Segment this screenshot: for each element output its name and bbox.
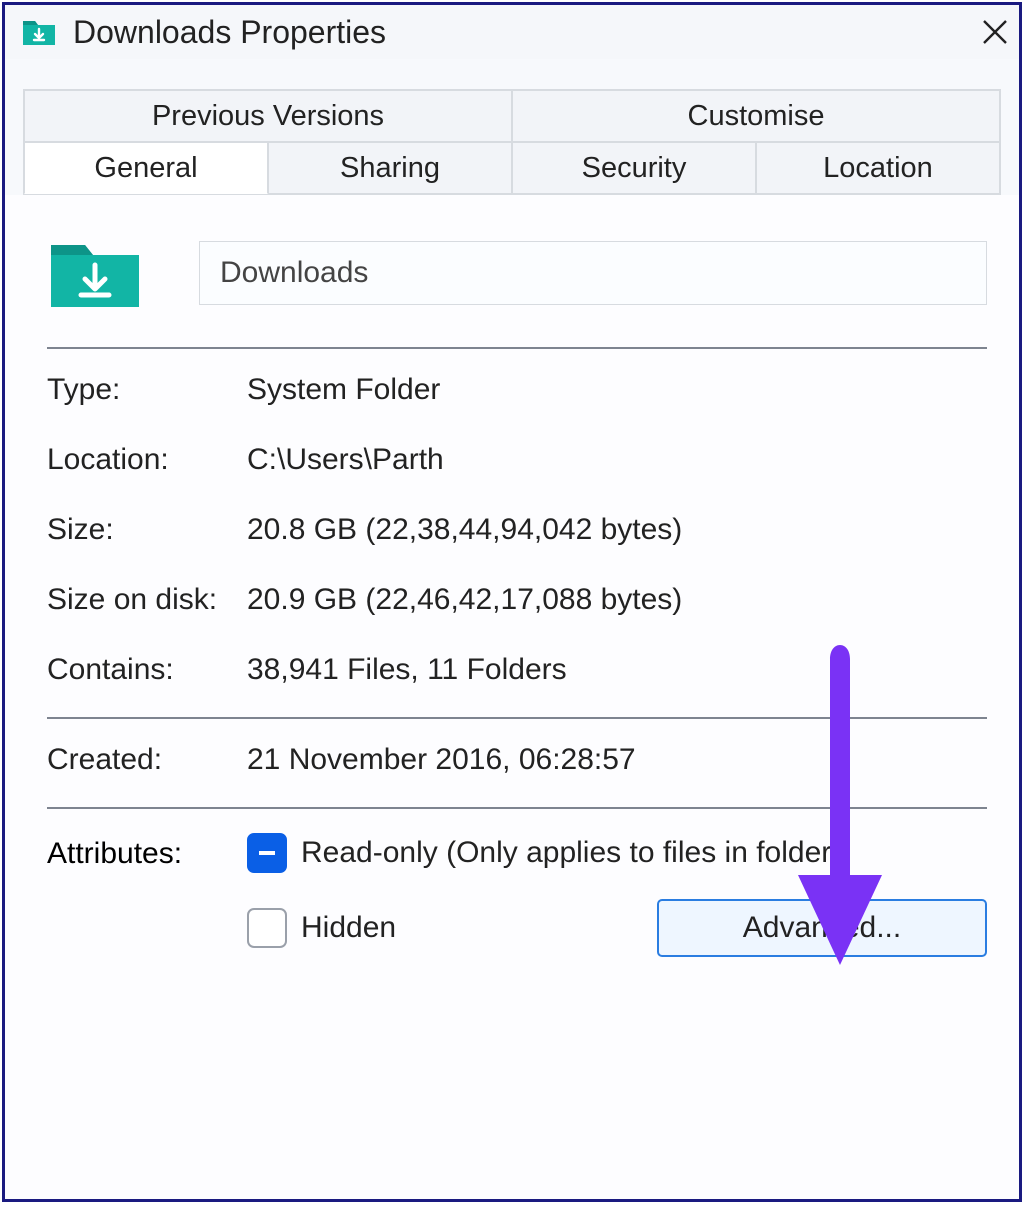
close-icon[interactable]	[975, 12, 1015, 52]
tab-general[interactable]: General	[24, 142, 268, 194]
hidden-checkbox[interactable]	[247, 908, 287, 948]
properties-dialog: Downloads Properties Previous Versions C…	[2, 2, 1022, 1202]
tab-location[interactable]: Location	[756, 142, 1000, 194]
tab-customise[interactable]: Customise	[512, 90, 1000, 142]
contains-label: Contains:	[47, 653, 247, 687]
tabs-container: Previous Versions Customise General Shar…	[5, 59, 1019, 195]
general-tab-content: Downloads Type: System Folder Location: …	[5, 195, 1019, 1199]
tab-previous-versions[interactable]: Previous Versions	[24, 90, 512, 142]
readonly-label: Read-only (Only applies to files in fold…	[301, 836, 841, 870]
readonly-checkbox[interactable]	[247, 833, 287, 873]
downloads-folder-titlebar-icon	[19, 12, 59, 52]
size-value: 20.8 GB (22,38,44,94,042 bytes)	[247, 513, 987, 547]
created-label: Created:	[47, 743, 247, 777]
divider	[47, 717, 987, 719]
type-label: Type:	[47, 373, 247, 407]
downloads-folder-large-icon	[47, 235, 143, 311]
attributes-label: Attributes:	[47, 833, 247, 871]
contains-value: 38,941 Files, 11 Folders	[247, 653, 987, 687]
window-title: Downloads Properties	[73, 14, 975, 51]
type-value: System Folder	[247, 373, 987, 407]
sizeondisk-label: Size on disk:	[47, 583, 247, 617]
tab-sharing[interactable]: Sharing	[268, 142, 512, 194]
divider	[47, 347, 987, 349]
titlebar: Downloads Properties	[5, 5, 1019, 59]
size-label: Size:	[47, 513, 247, 547]
sizeondisk-value: 20.9 GB (22,46,42,17,088 bytes)	[247, 583, 987, 617]
tab-security[interactable]: Security	[512, 142, 756, 194]
info-grid: Type: System Folder Location: C:\Users\P…	[47, 373, 987, 687]
hidden-label: Hidden	[301, 911, 396, 945]
folder-name-input[interactable]: Downloads	[199, 241, 987, 305]
created-value: 21 November 2016, 06:28:57	[247, 743, 987, 777]
attributes-section: Attributes: Read-only (Only applies to f…	[47, 833, 987, 983]
advanced-button[interactable]: Advanced...	[657, 899, 987, 957]
location-label: Location:	[47, 443, 247, 477]
location-value: C:\Users\Parth	[247, 443, 987, 477]
divider	[47, 807, 987, 809]
created-row: Created: 21 November 2016, 06:28:57	[47, 743, 987, 777]
